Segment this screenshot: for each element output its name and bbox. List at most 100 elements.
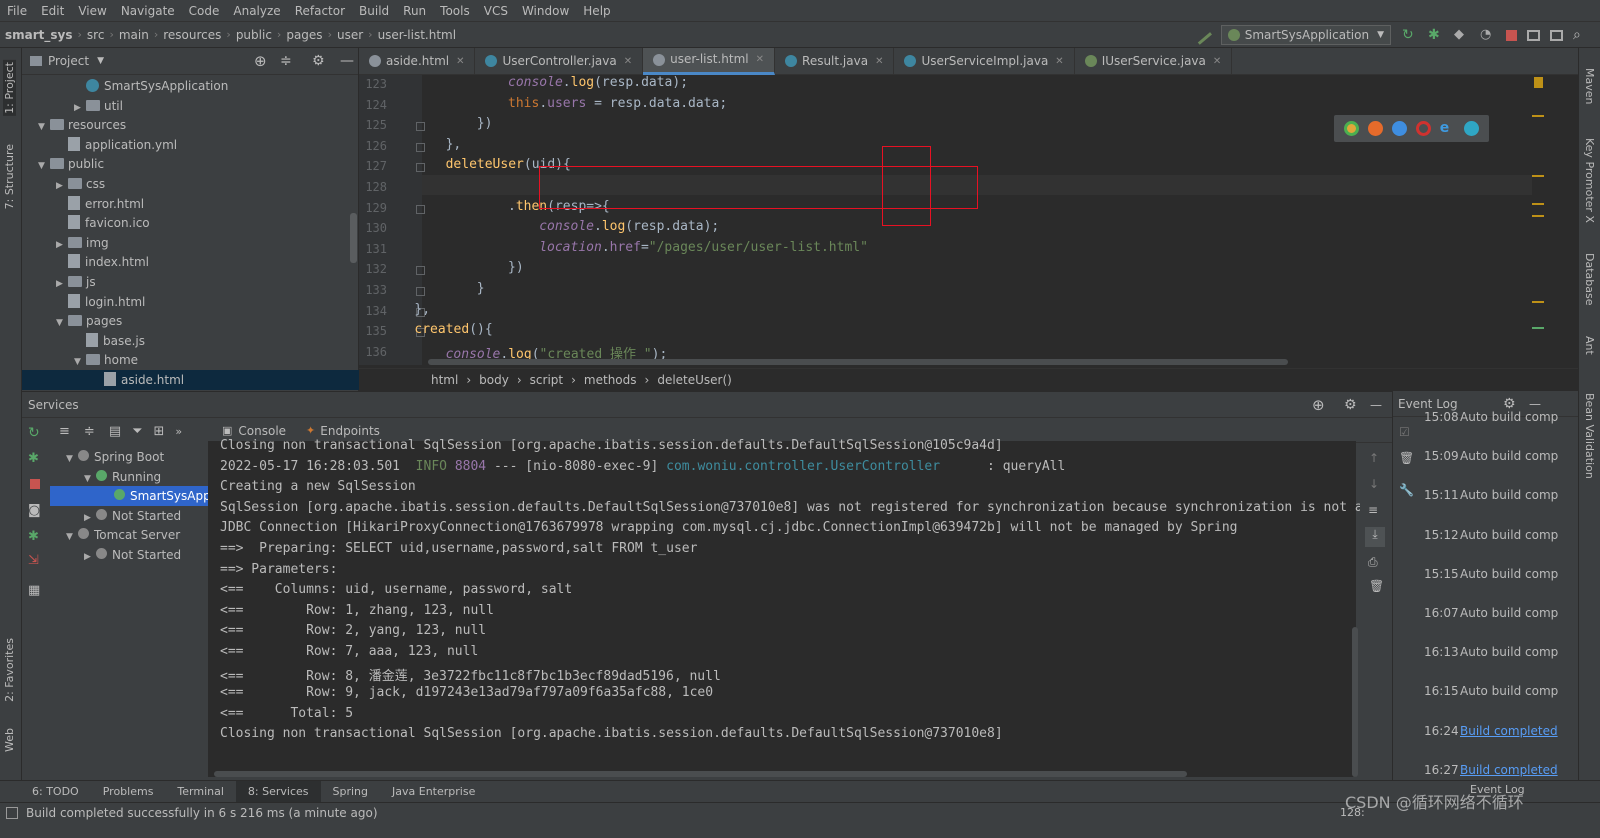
editor-tab[interactable]: user-list.html ✕: [643, 46, 776, 75]
tab-favorites[interactable]: 2: Favorites: [3, 638, 16, 702]
hide-icon[interactable]: —: [1529, 397, 1541, 411]
menu-vcs[interactable]: VCS: [477, 0, 515, 22]
project-tree-item[interactable]: ▶ img: [22, 233, 359, 253]
more-icon[interactable]: »: [175, 425, 182, 438]
layout-icon[interactable]: [1550, 29, 1563, 41]
tab-ant[interactable]: Ant: [1583, 336, 1596, 355]
chevron-right-icon[interactable]: ▶: [84, 547, 96, 567]
scroll-to-end-icon[interactable]: ⤓: [1365, 527, 1385, 547]
print-icon[interactable]: ⎙: [1368, 555, 1384, 571]
tab-maven[interactable]: Maven: [1583, 68, 1596, 104]
editor-tab[interactable]: UserController.java ✕: [475, 47, 644, 75]
editor-tab[interactable]: IUserService.java ✕: [1075, 47, 1233, 75]
bottom-tab[interactable]: Problems: [91, 781, 166, 803]
menu-tools[interactable]: Tools: [433, 0, 477, 22]
menu-navigate[interactable]: Navigate: [114, 0, 182, 22]
build-hammer-icon[interactable]: [1191, 25, 1212, 45]
close-icon[interactable]: ✕: [456, 48, 464, 75]
menu-file[interactable]: File: [0, 0, 34, 22]
trash-icon[interactable]: 🗑: [1399, 451, 1415, 467]
mark-read-icon[interactable]: ☑: [1399, 425, 1415, 441]
tab-bean-validation[interactable]: Bean Validation: [1583, 393, 1596, 479]
event-link[interactable]: Build completed: [1460, 724, 1558, 738]
opera-icon[interactable]: [1415, 121, 1431, 136]
debug-icon[interactable]: ✱: [28, 451, 44, 467]
editor-tab[interactable]: aside.html ✕: [359, 47, 476, 75]
refresh-icon[interactable]: ↻: [28, 425, 44, 441]
fold-marker-icon[interactable]: [416, 122, 425, 132]
profile-icon[interactable]: ◔: [1480, 27, 1496, 43]
locate-icon[interactable]: ⊕: [254, 52, 267, 70]
gear-icon[interactable]: ⚙: [312, 53, 325, 69]
close-icon[interactable]: ✕: [624, 48, 632, 75]
tab-endpoints[interactable]: Endpoints: [320, 424, 380, 438]
service-tree-item[interactable]: ▶ Not Started: [50, 506, 208, 526]
project-tree-item[interactable]: index.html: [22, 252, 359, 272]
tab-web[interactable]: Web: [3, 728, 16, 752]
project-tree-item[interactable]: ▼ public: [22, 154, 359, 174]
chrome-icon[interactable]: [1344, 121, 1360, 136]
fold-marker-icon[interactable]: [416, 142, 425, 152]
project-tree-item[interactable]: ▶ util: [22, 96, 359, 116]
tab-database[interactable]: Database: [1583, 253, 1596, 306]
soft-wrap-icon[interactable]: ≡: [1368, 503, 1384, 519]
close-icon[interactable]: ✕: [1213, 48, 1221, 75]
debug-icon[interactable]: ✱: [1428, 27, 1444, 43]
fold-marker-icon[interactable]: [416, 163, 425, 173]
project-tree-item[interactable]: ▼ home: [22, 350, 359, 370]
editor-breadcrumb-item[interactable]: script: [522, 369, 571, 392]
menu-window[interactable]: Window: [515, 0, 576, 22]
project-tree-item[interactable]: ▶ js: [22, 272, 359, 292]
project-tree-item[interactable]: SmartSysApplication: [22, 76, 359, 96]
breadcrumb-item[interactable]: pages: [281, 22, 327, 48]
bottom-tab[interactable]: Spring: [321, 781, 381, 803]
breadcrumb-item[interactable]: smart_sys: [0, 22, 78, 48]
breadcrumb-item[interactable]: main: [114, 22, 154, 48]
console-hscrollbar[interactable]: [214, 771, 1187, 777]
breadcrumb-item[interactable]: public: [231, 22, 277, 48]
project-tree-item[interactable]: error.html: [22, 194, 359, 214]
edge-icon[interactable]: [1463, 121, 1479, 136]
tab-key-promoter[interactable]: Key Promoter X: [1583, 138, 1596, 223]
editor-tab[interactable]: UserServiceImpl.java ✕: [894, 47, 1075, 75]
breadcrumb-item[interactable]: resources: [158, 22, 226, 48]
tab-project[interactable]: 1: Project: [3, 60, 16, 116]
close-icon[interactable]: ✕: [756, 46, 764, 73]
editor-hscrollbar[interactable]: [428, 359, 1288, 365]
rerun-icon[interactable]: ↻: [1402, 27, 1418, 43]
menu-view[interactable]: View: [71, 0, 113, 22]
bottom-tab[interactable]: 6: TODO: [20, 781, 91, 803]
bottom-tab[interactable]: 8: Services: [235, 780, 321, 803]
project-structure-icon[interactable]: [1527, 29, 1540, 41]
exit-icon[interactable]: ⇲: [28, 553, 44, 569]
warning-marker[interactable]: [1534, 77, 1543, 88]
up-arrow-icon[interactable]: ↑: [1369, 451, 1385, 467]
hide-icon[interactable]: —: [1370, 392, 1382, 418]
gear-icon[interactable]: ⚙: [1344, 392, 1357, 418]
service-tree-item[interactable]: ▼ Running: [50, 467, 208, 487]
fold-marker-icon[interactable]: [416, 204, 425, 214]
down-arrow-icon[interactable]: ↓: [1369, 477, 1385, 493]
editor-breadcrumb-item[interactable]: html: [359, 369, 466, 392]
project-tree-item[interactable]: login.html: [22, 292, 359, 312]
stop-icon[interactable]: [1506, 29, 1517, 41]
service-tree-item[interactable]: ▶ Not Started: [50, 545, 208, 565]
project-scrollbar[interactable]: [350, 213, 357, 263]
menu-refactor[interactable]: Refactor: [288, 0, 352, 22]
group-icon[interactable]: ▤: [109, 424, 121, 439]
status-icon[interactable]: [6, 807, 18, 819]
fold-marker-icon[interactable]: [416, 266, 425, 276]
project-tree-item[interactable]: favicon.ico: [22, 213, 359, 233]
breadcrumb-item[interactable]: src: [82, 22, 110, 48]
service-tree-item[interactable]: ▼ Spring Boot: [50, 447, 208, 467]
project-tree-item[interactable]: aside.html: [22, 370, 359, 390]
menu-run[interactable]: Run: [396, 0, 433, 22]
console-vscrollbar[interactable]: [1352, 627, 1358, 777]
chevron-down-icon[interactable]: ▼: [97, 56, 104, 66]
menu-code[interactable]: Code: [182, 0, 227, 22]
safari-icon[interactable]: [1392, 121, 1408, 136]
service-tree-item[interactable]: ▼ Tomcat Server: [50, 525, 208, 545]
menu-help[interactable]: Help: [576, 0, 617, 22]
event-link[interactable]: Build completed: [1460, 763, 1558, 777]
trash-icon[interactable]: 🗑: [1369, 579, 1385, 595]
